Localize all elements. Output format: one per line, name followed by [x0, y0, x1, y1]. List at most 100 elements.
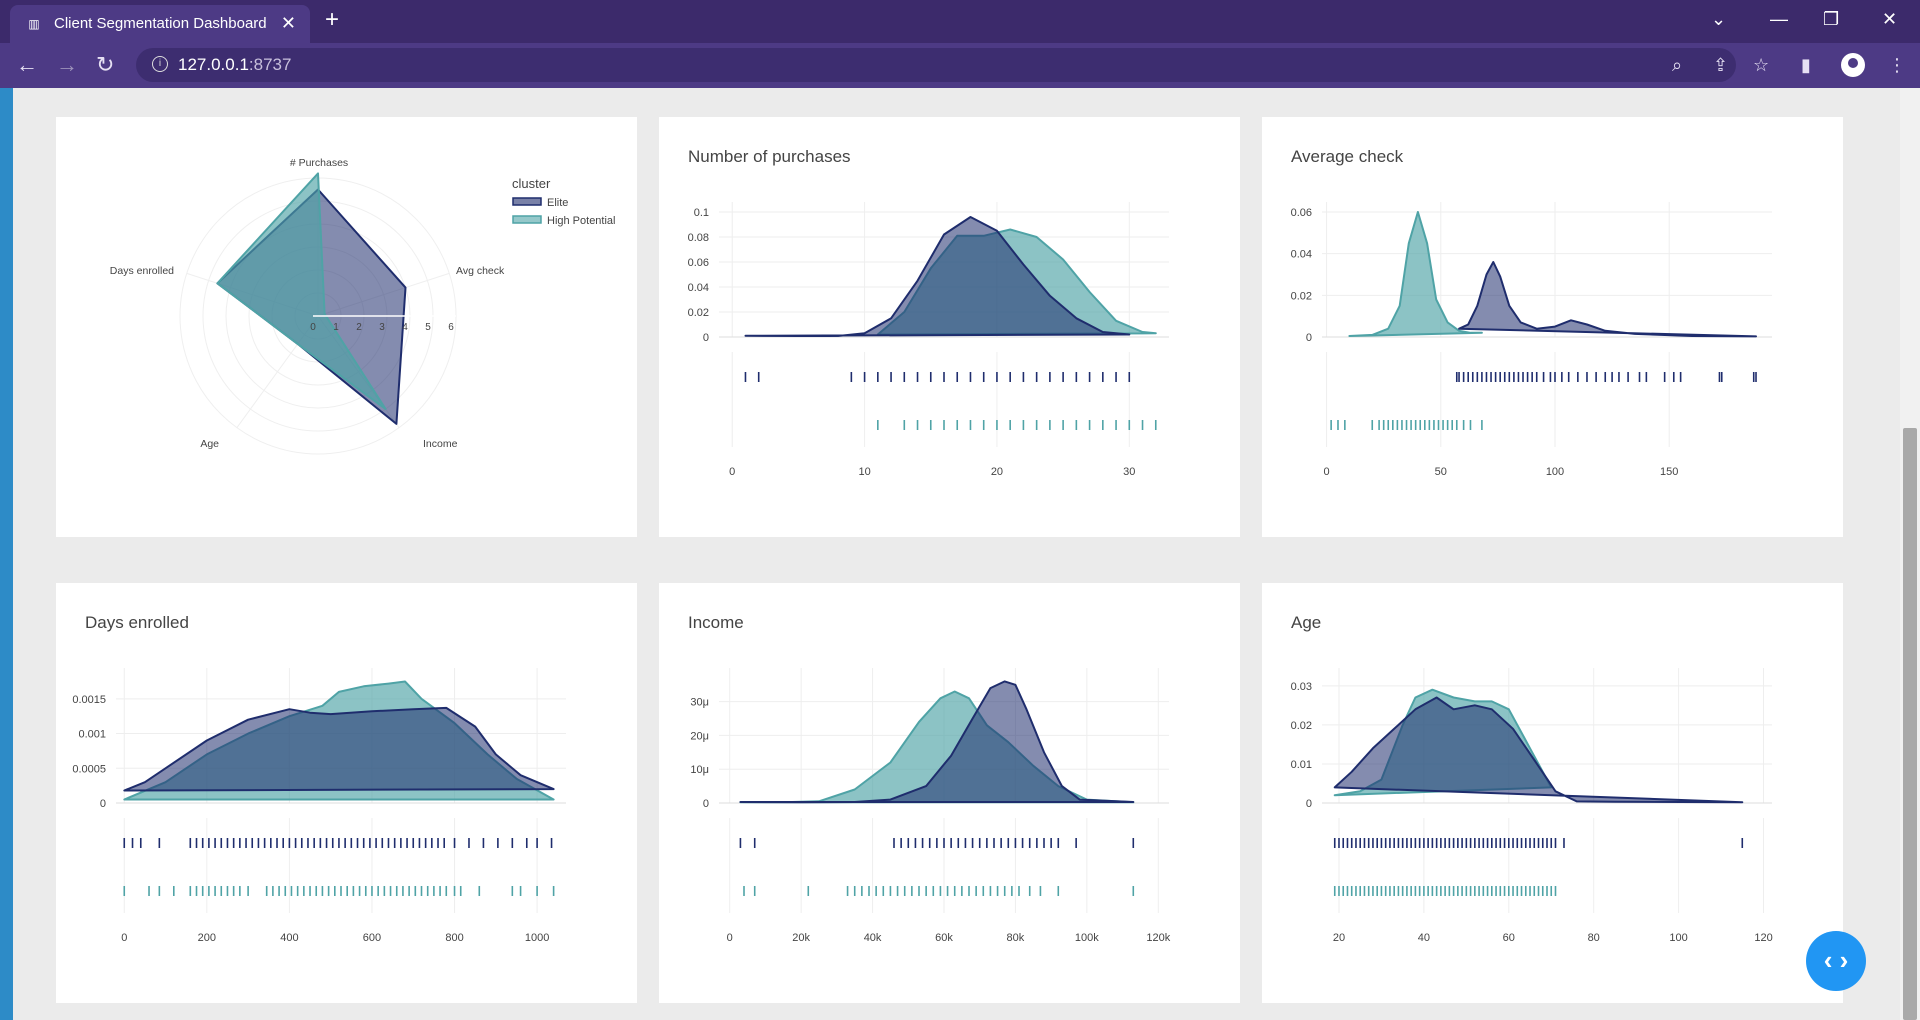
bookmark-star-icon[interactable]: ☆ [1753, 53, 1769, 77]
forward-icon[interactable]: → [56, 53, 78, 77]
back-icon[interactable]: ← [16, 53, 38, 77]
radar-axis-label: Avg check [456, 265, 505, 277]
y-tick-label: 0.04 [688, 282, 709, 294]
radar-axis-label: Days enrolled [110, 265, 174, 277]
radial-tick-label: 1 [333, 322, 339, 333]
profile-avatar[interactable] [1841, 53, 1865, 77]
purchases-panel: Number of purchases 0 0.02 0.04 0.06 0.08 0.1… [659, 117, 1240, 537]
new-tab-button[interactable]: + [325, 7, 339, 33]
code-toggle-button[interactable]: ‹ › [1806, 931, 1866, 991]
elite-density-area [1458, 261, 1757, 338]
x-tick-label: 200 [198, 932, 216, 944]
y-tick-label: 30μ [690, 697, 709, 709]
days-panel: Days enrolled 0 0.0005 0.001 0.0015 0 200 400 6… [56, 583, 637, 1003]
menu-kebab-icon[interactable]: ⋮ [1888, 53, 1906, 77]
y-tick-label: 0.06 [1291, 207, 1312, 219]
tab-strip: ▥ Client Segmentation Dashboard ✕ + ⌄ — … [0, 0, 1920, 43]
url-host: 127.0.0.1 [178, 55, 249, 74]
radar-panel: 0 1 2 3 4 5 6 # Purchases Avg check Income Age Days… [56, 117, 637, 537]
x-tick-label: 80k [1007, 932, 1025, 944]
radar-axis-label: Age [200, 438, 219, 450]
elite-density-area [123, 706, 555, 792]
y-tick-label: 0 [1306, 332, 1312, 344]
chart-title: Number of purchases [688, 147, 851, 166]
x-tick-label: 20 [1333, 932, 1345, 944]
radial-tick-label: 4 [402, 322, 408, 333]
radar-axis-label: # Purchases [290, 157, 348, 169]
restore-icon[interactable]: ❐ [1823, 8, 1839, 30]
x-tick-label: 0 [727, 932, 733, 944]
share-icon[interactable]: ⇪ [1713, 53, 1728, 77]
chart-title: Age [1291, 613, 1321, 632]
site-info-icon[interactable]: i [152, 56, 168, 72]
x-tick-label: 20k [792, 932, 810, 944]
elite-density-area [1333, 696, 1744, 804]
browser-toolbar: ← → ↻ i 127.0.0.1:8737 ⌕ ⇪ ☆ ▮ ⋮ [0, 43, 1920, 88]
x-tick-label: 100 [1546, 466, 1564, 478]
zoom-icon[interactable]: ⌕ [1672, 53, 1682, 77]
y-tick-label: 0.001 [78, 729, 106, 741]
income-panel: Income 0 10μ 20μ 30μ 0 20k 40k 60k 80k 100k 120k [659, 583, 1240, 1003]
x-tick-label: 60 [1503, 932, 1515, 944]
side-panel-icon[interactable]: ▮ [1801, 53, 1811, 77]
x-tick-label: 100 [1669, 932, 1687, 944]
legend-swatch-high-potential [512, 215, 542, 224]
chart-title: Average check [1291, 147, 1404, 166]
x-tick-label: 0 [121, 932, 127, 944]
tab-search-icon[interactable]: ⌄ [1711, 8, 1726, 30]
age-density-chart: Age 0 0.01 0.02 0.03 20 40 60 80 100 120 [1291, 613, 1773, 944]
x-tick-label: 100k [1075, 932, 1099, 944]
reload-icon[interactable]: ↻ [96, 53, 114, 77]
x-tick-label: 600 [363, 932, 381, 944]
radial-tick-label: 6 [448, 322, 454, 333]
left-edge-strip [0, 88, 13, 1020]
close-tab-icon[interactable]: ✕ [281, 13, 296, 33]
chart-icon: ▥ [28, 17, 40, 31]
radar-chart: 0 1 2 3 4 5 6 # Purchases Avg check Income Age Days… [110, 157, 616, 455]
url-port: :8737 [248, 55, 292, 74]
radial-tick-label: 0 [310, 322, 316, 333]
x-tick-label: 0 [1324, 466, 1330, 478]
avgcheck-panel: Average check 0 0.02 0.04 0.06 0 50 100 150 [1262, 117, 1843, 537]
x-tick-label: 50 [1435, 466, 1447, 478]
radar-axis-label: Income [423, 438, 458, 450]
x-tick-label: 400 [280, 932, 298, 944]
tab-title: Client Segmentation Dashboard [54, 15, 267, 32]
x-tick-label: 1000 [525, 932, 549, 944]
address-bar[interactable]: i 127.0.0.1:8737 [136, 48, 1736, 82]
x-tick-label: 0 [729, 466, 735, 478]
avgcheck-density-chart: Average check 0 0.02 0.04 0.06 0 50 100 150 [1291, 147, 1772, 478]
x-tick-label: 80 [1588, 932, 1600, 944]
x-tick-label: 120 [1754, 932, 1772, 944]
legend-entry: High Potential [547, 215, 616, 227]
radial-tick-label: 5 [425, 322, 431, 333]
y-tick-label: 0.04 [1291, 249, 1312, 261]
legend-swatch-elite [512, 197, 542, 206]
y-tick-label: 0 [1306, 798, 1312, 810]
chart-title: Income [688, 613, 744, 632]
y-tick-label: 0.01 [1291, 759, 1312, 771]
tab-dashboard[interactable]: ▥ Client Segmentation Dashboard ✕ [10, 5, 310, 43]
y-tick-label: 0.02 [1291, 720, 1312, 732]
y-tick-label: 0 [703, 332, 709, 344]
scrollbar-thumb[interactable] [1903, 428, 1917, 1020]
y-tick-label: 0.06 [688, 257, 709, 269]
age-panel: Age 0 0.01 0.02 0.03 20 40 60 80 100 120 [1262, 583, 1843, 1003]
legend-entry: Elite [547, 197, 568, 209]
radial-tick-label: 2 [356, 322, 362, 333]
y-tick-label: 0.02 [1291, 290, 1312, 302]
minimize-icon[interactable]: — [1770, 8, 1788, 30]
chart-title: Days enrolled [85, 613, 189, 632]
legend-title: cluster [512, 176, 551, 191]
x-tick-label: 30 [1123, 466, 1135, 478]
url-text: 127.0.0.1:8737 [178, 56, 291, 74]
close-window-icon[interactable]: ✕ [1882, 8, 1897, 30]
y-tick-label: 0.08 [688, 232, 709, 244]
income-density-chart: Income 0 10μ 20μ 30μ 0 20k 40k 60k 80k 100k 120k [688, 613, 1171, 944]
y-tick-label: 0.0005 [72, 763, 106, 775]
y-tick-label: 10μ [690, 764, 709, 776]
x-tick-label: 20 [991, 466, 1003, 478]
y-tick-label: 0.03 [1291, 681, 1312, 693]
purchases-density-chart: Number of purchases 0 0.02 0.04 0.06 0.08 0.1… [688, 147, 1169, 478]
x-tick-label: 10 [858, 466, 870, 478]
